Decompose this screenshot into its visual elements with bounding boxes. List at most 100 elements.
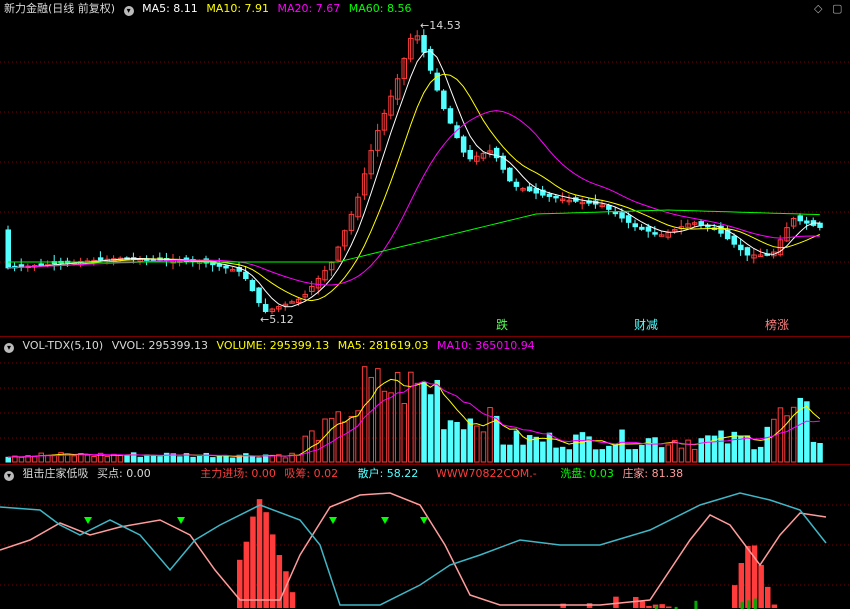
volume-bar [137, 456, 143, 463]
ma5-line [7, 50, 820, 308]
volume-bar [652, 437, 658, 463]
absorb-bar [613, 596, 619, 608]
signal-label-bangzhang: 榜涨 [765, 318, 790, 332]
indicator-pane[interactable]: ▾ 狙击庄家低吸 买点: 0.00 主力进场: 0.00 吸筹: 0.02 散户… [0, 464, 850, 609]
candlestick-chart[interactable]: ←14.53 ←5.12 [0, 0, 850, 335]
chevron-down-icon[interactable]: ▾ [4, 343, 14, 353]
volume-bar [645, 438, 652, 463]
absorb-bar [633, 596, 639, 608]
volume-bar [348, 415, 355, 463]
absorb-bar [256, 499, 263, 608]
volume-bar [691, 448, 698, 463]
volume-bar [566, 449, 572, 463]
volume-bar [71, 455, 77, 463]
ma10-line [7, 73, 820, 302]
candle-body [216, 263, 223, 267]
volume-bar [540, 441, 546, 463]
candle-body [467, 149, 473, 160]
candle-body [460, 136, 467, 153]
vvol-value: VVOL: 295399.13 [111, 339, 209, 352]
volume-bar [751, 449, 757, 463]
window-icon[interactable]: ▢ [832, 2, 842, 15]
volume-bar [104, 455, 110, 463]
volume-bar [467, 418, 473, 463]
candle-body [612, 211, 619, 215]
candle-body [817, 222, 823, 228]
absorb-bar [289, 592, 296, 608]
volume-bar [117, 454, 124, 463]
indicator-chart[interactable] [0, 465, 850, 609]
ma60-value: MA60: 8.56 [348, 2, 412, 15]
volume-header: ▾ VOL-TDX(5,10) VVOL: 295399.13 VOLUME: … [4, 339, 540, 353]
volume-bar [91, 455, 97, 463]
dealer-value: 庄家: 81.38 [622, 467, 684, 480]
vol-ma10-line [7, 380, 820, 458]
absorb-bar [745, 546, 751, 608]
diamond-icon[interactable]: ◇ [814, 2, 822, 15]
candle-body [731, 235, 737, 245]
volume-bar [177, 456, 183, 463]
volume-bar [342, 421, 348, 463]
volume-bar [157, 456, 163, 463]
volume-bar [388, 392, 394, 463]
volume-bar [421, 381, 427, 463]
absorb-bar [758, 564, 764, 608]
volume-pane[interactable]: ▾ VOL-TDX(5,10) VVOL: 295399.13 VOLUME: … [0, 336, 850, 464]
volume-bar [804, 401, 810, 463]
candle-body [18, 264, 25, 268]
volume-bar [427, 394, 434, 463]
price-pane[interactable]: ←14.53 ←5.12 新力金融(日线 前复权) ▾ MA5: 8.11 MA1… [0, 0, 850, 335]
buy-signal-triangle [381, 517, 389, 524]
volume-bar [460, 429, 467, 463]
vol-ma10-value: MA10: 365010.94 [436, 339, 535, 352]
volume-bar [665, 444, 671, 463]
volume-bar [520, 444, 526, 463]
volume-chart[interactable] [0, 337, 850, 464]
volume-bar [361, 366, 368, 463]
absorb-bar [732, 585, 738, 608]
candle-body [738, 244, 744, 251]
volume-bar [328, 417, 335, 463]
candle-body [639, 226, 645, 230]
volume-bar [38, 452, 44, 463]
absorb-bar [243, 541, 250, 608]
ma20-value: MA20: 7.67 [277, 2, 341, 15]
vol-ma5-value: MA5: 281619.03 [337, 339, 429, 352]
volume-bar [599, 449, 605, 463]
volume-bar [282, 457, 289, 463]
volume-bar [216, 455, 223, 463]
candle-body [526, 186, 533, 192]
volume-bar [632, 449, 638, 463]
volume-bar [744, 435, 751, 463]
volume-bar [513, 430, 520, 463]
volume-bar [724, 443, 731, 463]
volume-bar [731, 431, 737, 463]
chevron-down-icon[interactable]: ▾ [4, 471, 14, 481]
chevron-down-icon[interactable]: ▾ [123, 6, 134, 16]
buy-signal-triangle [420, 517, 428, 524]
absorb-value: 吸筹: 0.02 [284, 467, 339, 480]
volume-bar [698, 438, 704, 463]
candle-body [97, 257, 104, 261]
volume-bar [322, 418, 328, 463]
high-price-label: ←14.53 [420, 19, 461, 32]
volume-bar [18, 456, 25, 463]
volume-bar [302, 435, 308, 463]
candle-body [553, 195, 559, 199]
volume-bar [533, 436, 539, 463]
volume-bar [493, 415, 500, 463]
volume-bar [381, 390, 388, 463]
volume-bar [573, 434, 579, 463]
volume-bar [507, 444, 513, 463]
candle-body [249, 280, 256, 292]
volume-bar [480, 431, 487, 463]
volume-bar [771, 418, 777, 463]
volume-bar [592, 449, 599, 463]
candle-body [507, 167, 513, 182]
stock-title: 新力金融(日线 前复权) [4, 2, 116, 15]
candle-body [645, 226, 652, 232]
absorb-bar [250, 516, 256, 608]
buy-point-value: 买点: 0.00 [97, 467, 151, 480]
candle-body [447, 108, 454, 124]
volume-bar [401, 402, 407, 463]
